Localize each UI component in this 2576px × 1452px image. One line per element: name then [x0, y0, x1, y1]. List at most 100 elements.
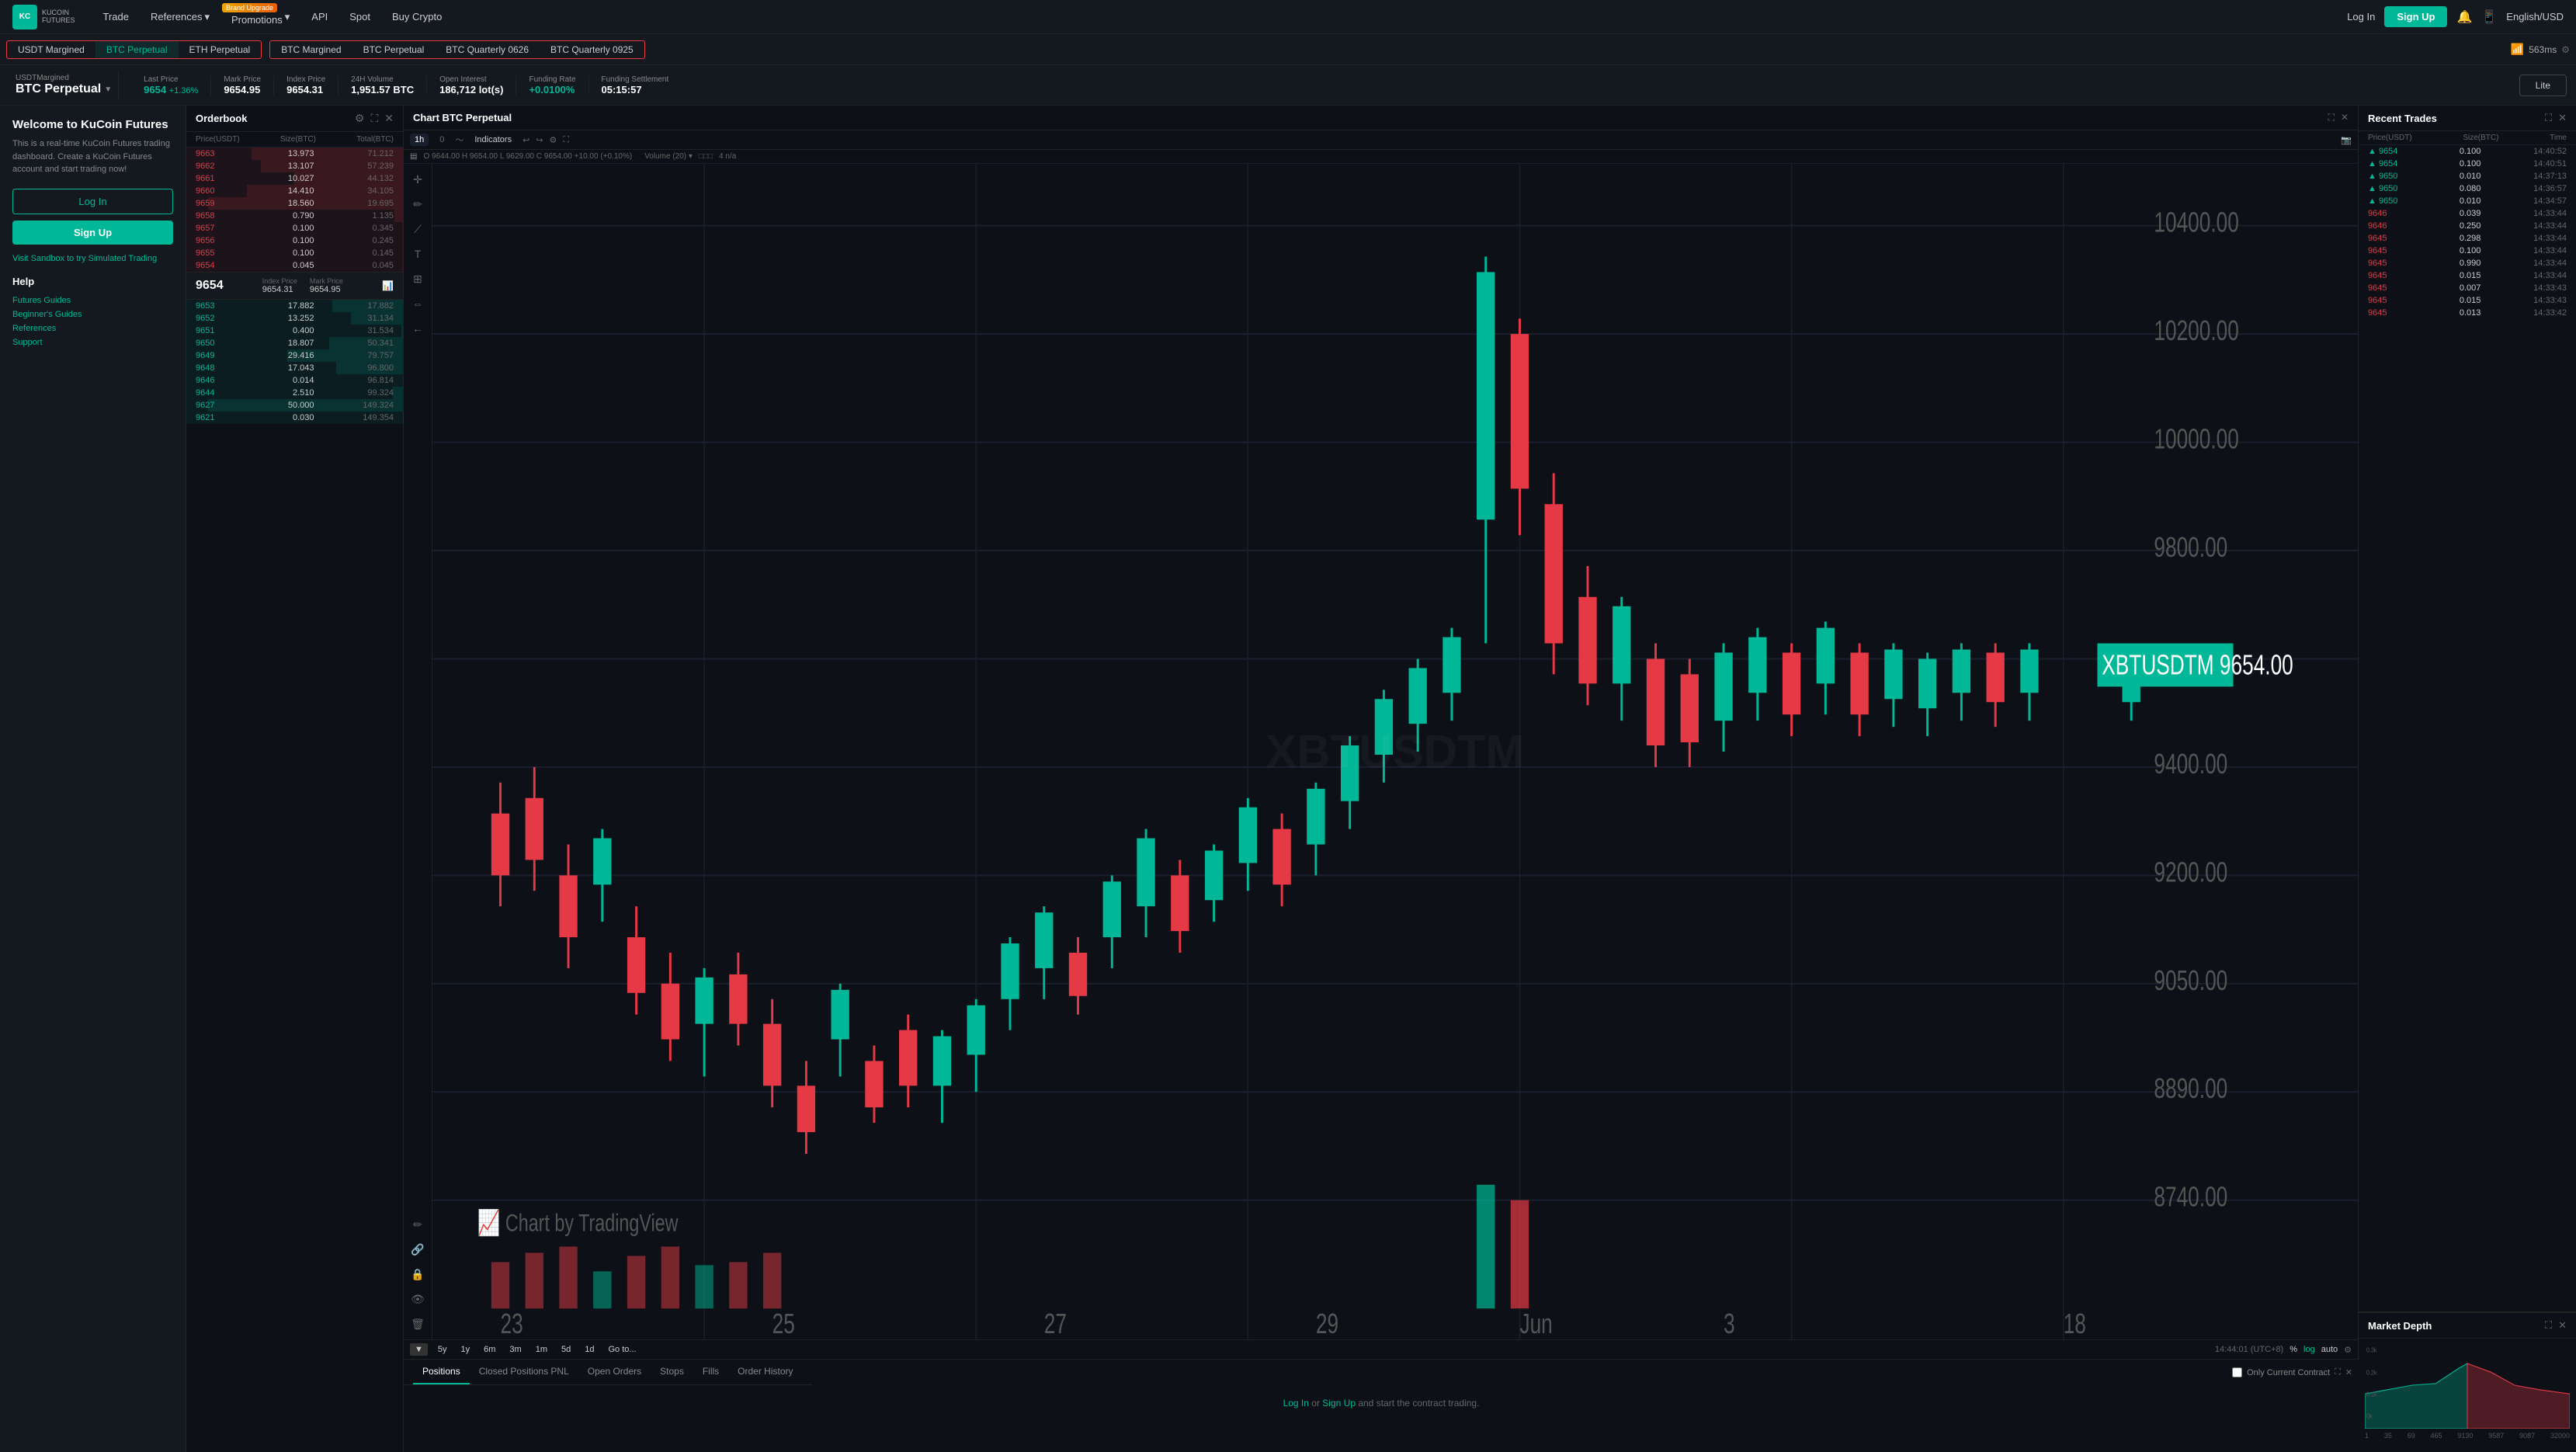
ob-sell-row[interactable]: 9660 14.410 34.105 [186, 185, 403, 197]
ob-buy-row[interactable]: 9649 29.416 79.757 [186, 349, 403, 362]
sandbox-link[interactable]: Visit Sandbox to try Simulated Trading [12, 254, 173, 263]
timeframe-1d[interactable]: 1d [581, 1343, 598, 1356]
close-rt-icon[interactable]: ✕ [2558, 112, 2567, 124]
auto-toggle[interactable]: auto [2321, 1345, 2338, 1354]
ob-buy-row[interactable]: 9648 17.043 96.800 [186, 362, 403, 374]
tab-btc-margined[interactable]: BTC Margined [270, 41, 352, 58]
expand-positions-icon[interactable]: ⛶ [2335, 1367, 2341, 1377]
tab-stops[interactable]: Stops [651, 1360, 693, 1384]
ob-sell-row[interactable]: 9663 13.973 71.212 [186, 148, 403, 160]
nav-spot[interactable]: Spot [340, 8, 380, 26]
settings-icon[interactable]: ⚙ [2561, 44, 2570, 55]
expand-rt-icon[interactable]: ⛶ [2545, 112, 2552, 124]
help-support[interactable]: Support [12, 335, 173, 349]
ob-buy-row[interactable]: 9652 13.252 31.134 [186, 312, 403, 325]
nav-trade[interactable]: Trade [94, 8, 138, 26]
pattern-tool[interactable]: ⊞ [407, 268, 429, 290]
line-tool[interactable]: ⟋ [407, 218, 429, 240]
help-beginners-guides[interactable]: Beginner's Guides [12, 307, 173, 321]
redo-icon[interactable]: ↪ [536, 135, 543, 145]
measure-tool[interactable]: ⇔ [407, 293, 429, 314]
logo[interactable]: KC KUCOIN FUTURES [12, 5, 75, 30]
goto-button[interactable]: Go to... [604, 1343, 640, 1356]
undo-icon[interactable]: ↩ [522, 135, 529, 145]
nav-promotions[interactable]: Brand Upgrade Promotions ▾ [222, 5, 299, 29]
positions-login-link[interactable]: Log In [1283, 1398, 1309, 1409]
eye-tool[interactable]: 👁 [407, 1288, 429, 1310]
ob-buy-row[interactable]: 9646 0.014 96.814 [186, 374, 403, 387]
text-tool[interactable]: T [407, 243, 429, 265]
timeframe-indicator-line[interactable]: 0 [435, 134, 449, 146]
percent-toggle[interactable]: % [2290, 1345, 2297, 1354]
ob-buy-row[interactable]: 9653 17.882 17.882 [186, 300, 403, 312]
screenshot-icon[interactable]: 📷 [2341, 135, 2352, 145]
magnet-tool[interactable]: 🔗 [407, 1238, 429, 1260]
tab-btc-perpetual-g1[interactable]: BTC Perpetual [95, 41, 179, 58]
ob-buy-row[interactable]: 9627 50.000 149.324 [186, 399, 403, 412]
tab-eth-perpetual[interactable]: ETH Perpetual [179, 41, 262, 58]
draw-tool[interactable]: ✏ [407, 193, 429, 215]
signup-button[interactable]: Sign Up [2384, 6, 2447, 27]
notification-icon[interactable]: 🔔 [2456, 9, 2472, 25]
timeframe-1y[interactable]: 1y [457, 1343, 474, 1356]
tab-open-orders[interactable]: Open Orders [578, 1360, 651, 1384]
tab-order-history[interactable]: Order History [728, 1360, 802, 1384]
positions-signup-link[interactable]: Sign Up [1322, 1398, 1356, 1409]
close-chart-icon[interactable]: ✕ [2341, 112, 2349, 123]
timeframe-3m[interactable]: 3m [505, 1343, 525, 1356]
tab-btc-perpetual-g2[interactable]: BTC Perpetual [352, 41, 436, 58]
ob-sell-row[interactable]: 9661 10.027 44.132 [186, 172, 403, 185]
timeframe-6m[interactable]: 6m [480, 1343, 499, 1356]
ruler-tool[interactable]: ✏ [407, 1214, 429, 1235]
lock-tool[interactable]: 🔒 [407, 1263, 429, 1285]
tab-closed-positions[interactable]: Closed Positions PNL [470, 1360, 578, 1384]
expand-down-icon[interactable]: ▼ [410, 1343, 428, 1356]
ob-sell-row[interactable]: 9659 18.560 19.695 [186, 197, 403, 210]
nav-buy-crypto[interactable]: Buy Crypto [383, 8, 451, 26]
close-icon[interactable]: ✕ [384, 112, 394, 125]
app-download-icon[interactable]: 📱 [2481, 9, 2497, 25]
left-login-button[interactable]: Log In [12, 189, 173, 214]
ob-sell-row[interactable]: 9657 0.100 0.345 [186, 222, 403, 234]
language-selector[interactable]: English/USD [2506, 11, 2564, 23]
back-arrow-tool[interactable]: ← [407, 318, 429, 339]
chart-more-settings-icon[interactable]: ⚙ [2344, 1345, 2352, 1355]
close-md-icon[interactable]: ✕ [2558, 1319, 2567, 1332]
log-toggle[interactable]: log [2303, 1345, 2315, 1354]
ob-buy-row[interactable]: 9644 2.510 99.324 [186, 387, 403, 399]
ob-sell-row[interactable]: 9654 0.045 0.045 [186, 259, 403, 272]
ob-sell-row[interactable]: 9658 0.790 1.135 [186, 210, 403, 222]
timeframe-1m[interactable]: 1m [532, 1343, 551, 1356]
nav-references[interactable]: References ▾ [141, 8, 219, 26]
ob-buy-row[interactable]: 9651 0.400 31.534 [186, 325, 403, 337]
close-positions-icon[interactable]: ✕ [2345, 1367, 2352, 1377]
chart-settings-icon[interactable]: ⚙ [550, 135, 557, 145]
tab-usdt-margined[interactable]: USDT Margined [7, 41, 95, 58]
tab-positions[interactable]: Positions [413, 1360, 470, 1384]
only-contract-checkbox[interactable] [2232, 1367, 2242, 1377]
timeframe-5d[interactable]: 5d [557, 1343, 575, 1356]
login-link[interactable]: Log In [2347, 11, 2375, 23]
chart-type-line[interactable]: 〜 [455, 134, 463, 146]
timeframe-1h[interactable]: 1h [410, 134, 429, 146]
lite-button[interactable]: Lite [2519, 75, 2567, 96]
ob-sell-row[interactable]: 9662 13.107 57.239 [186, 160, 403, 172]
expand-md-icon[interactable]: ⛶ [2545, 1319, 2552, 1332]
ob-buy-row[interactable]: 9621 0.030 149.354 [186, 412, 403, 424]
settings-icon[interactable]: ⚙ [355, 112, 365, 125]
ob-sell-row[interactable]: 9656 0.100 0.245 [186, 234, 403, 247]
help-references[interactable]: References [12, 321, 173, 335]
indicators-button[interactable]: Indicators [470, 134, 516, 146]
crosshair-tool[interactable]: ✛ [407, 168, 429, 190]
expand-chart-icon[interactable]: ⛶ [2328, 112, 2335, 123]
timeframe-5y[interactable]: 5y [434, 1343, 451, 1356]
tab-btc-q0925[interactable]: BTC Quarterly 0925 [540, 41, 644, 58]
left-signup-button[interactable]: Sign Up [12, 221, 173, 245]
ob-buy-row[interactable]: 9650 18.807 50.341 [186, 337, 403, 349]
expand-icon[interactable]: ⛶ [370, 112, 378, 125]
tab-btc-q0626[interactable]: BTC Quarterly 0626 [435, 41, 540, 58]
ob-sell-row[interactable]: 9655 0.100 0.145 [186, 247, 403, 259]
chart-fullscreen-icon[interactable]: ⛶ [563, 135, 569, 145]
help-futures-guides[interactable]: Futures Guides [12, 294, 173, 307]
tab-fills[interactable]: Fills [693, 1360, 728, 1384]
